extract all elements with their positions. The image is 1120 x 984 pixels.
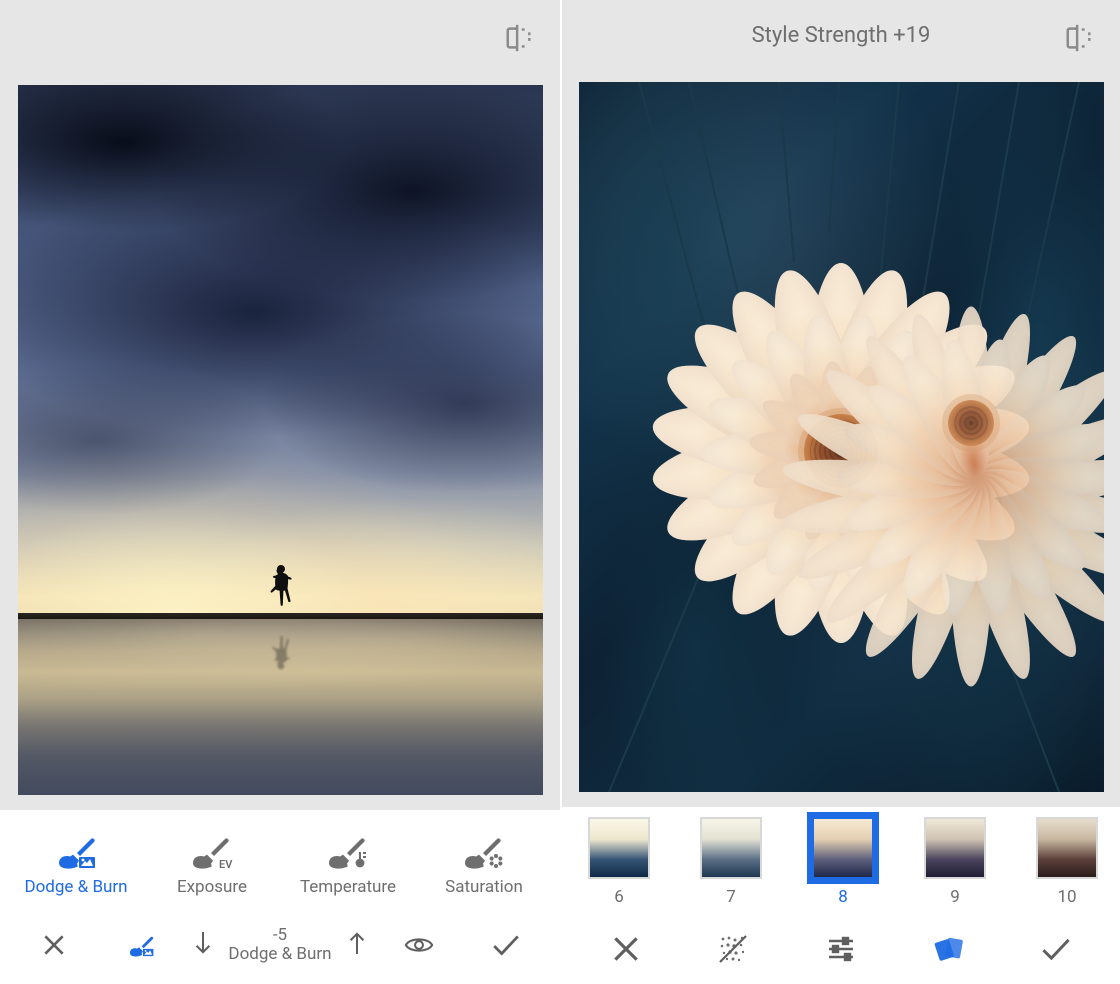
tool-label: Temperature bbox=[300, 877, 396, 897]
filter-strip[interactable]: 6 7 8 9 10 bbox=[562, 807, 1120, 921]
tool-dodge-burn[interactable]: Dodge & Burn bbox=[8, 831, 144, 897]
value-number: -5 bbox=[273, 926, 287, 946]
left-photo[interactable] bbox=[18, 85, 543, 795]
compare-icon[interactable] bbox=[1063, 22, 1095, 54]
styles-button[interactable] bbox=[895, 933, 1003, 965]
brush-dodge-burn-icon bbox=[53, 831, 99, 869]
right-canvas[interactable] bbox=[562, 72, 1120, 807]
cancel-button[interactable] bbox=[572, 933, 680, 965]
style-strength-label: Style Strength +19 bbox=[752, 23, 931, 48]
filter-label: 7 bbox=[726, 887, 736, 907]
tune-button[interactable] bbox=[787, 933, 895, 965]
filter-label: 8 bbox=[838, 887, 848, 907]
active-brush-button[interactable] bbox=[97, 930, 184, 960]
value-adjust-group: -5 Dodge & Burn bbox=[184, 926, 376, 965]
value-label: Dodge & Burn bbox=[228, 945, 331, 965]
right-topbar: Style Strength +19 bbox=[562, 0, 1120, 72]
left-topbar bbox=[0, 0, 560, 75]
filter-10[interactable]: 10 bbox=[1036, 817, 1098, 907]
tool-exposure[interactable]: EV Exposure bbox=[144, 831, 280, 897]
brush-exposure-icon: EV bbox=[189, 831, 235, 869]
preview-button[interactable] bbox=[376, 930, 463, 960]
brush-saturation-icon bbox=[461, 831, 507, 869]
brush-tool-row: Dodge & Burn EV Exposure bbox=[0, 810, 560, 915]
dahlia-flower-2 bbox=[841, 293, 1101, 553]
apply-button[interactable] bbox=[1002, 933, 1110, 965]
value-readout: -5 Dodge & Burn bbox=[228, 926, 331, 965]
grain-button[interactable] bbox=[680, 933, 788, 965]
filter-7[interactable]: 7 bbox=[700, 817, 762, 907]
left-bottom-bar: -5 Dodge & Burn bbox=[0, 914, 560, 984]
increase-button[interactable] bbox=[346, 928, 368, 962]
cancel-button[interactable] bbox=[10, 932, 97, 958]
filter-label: 10 bbox=[1057, 887, 1076, 907]
filter-6[interactable]: 6 bbox=[588, 817, 650, 907]
tool-saturation[interactable]: Saturation bbox=[416, 831, 552, 897]
compare-icon[interactable] bbox=[503, 22, 535, 54]
right-photo[interactable] bbox=[579, 82, 1104, 792]
right-pane: Style Strength +19 bbox=[560, 0, 1120, 984]
person-silhouette bbox=[266, 563, 296, 619]
left-pane: Dodge & Burn EV Exposure bbox=[0, 0, 560, 984]
decrease-button[interactable] bbox=[192, 928, 214, 962]
tool-label: Exposure bbox=[177, 877, 247, 897]
apply-button[interactable] bbox=[463, 930, 550, 960]
filter-label: 9 bbox=[950, 887, 960, 907]
tool-label: Saturation bbox=[445, 877, 523, 897]
tool-temperature[interactable]: Temperature bbox=[280, 831, 416, 897]
filter-8[interactable]: 8 bbox=[812, 817, 874, 907]
brush-temperature-icon bbox=[325, 831, 371, 869]
right-bottom-bar bbox=[562, 920, 1120, 984]
svg-text:EV: EV bbox=[219, 858, 233, 869]
left-canvas[interactable] bbox=[0, 75, 560, 810]
filter-9[interactable]: 9 bbox=[924, 817, 986, 907]
tool-label: Dodge & Burn bbox=[24, 877, 127, 897]
filter-label: 6 bbox=[614, 887, 624, 907]
